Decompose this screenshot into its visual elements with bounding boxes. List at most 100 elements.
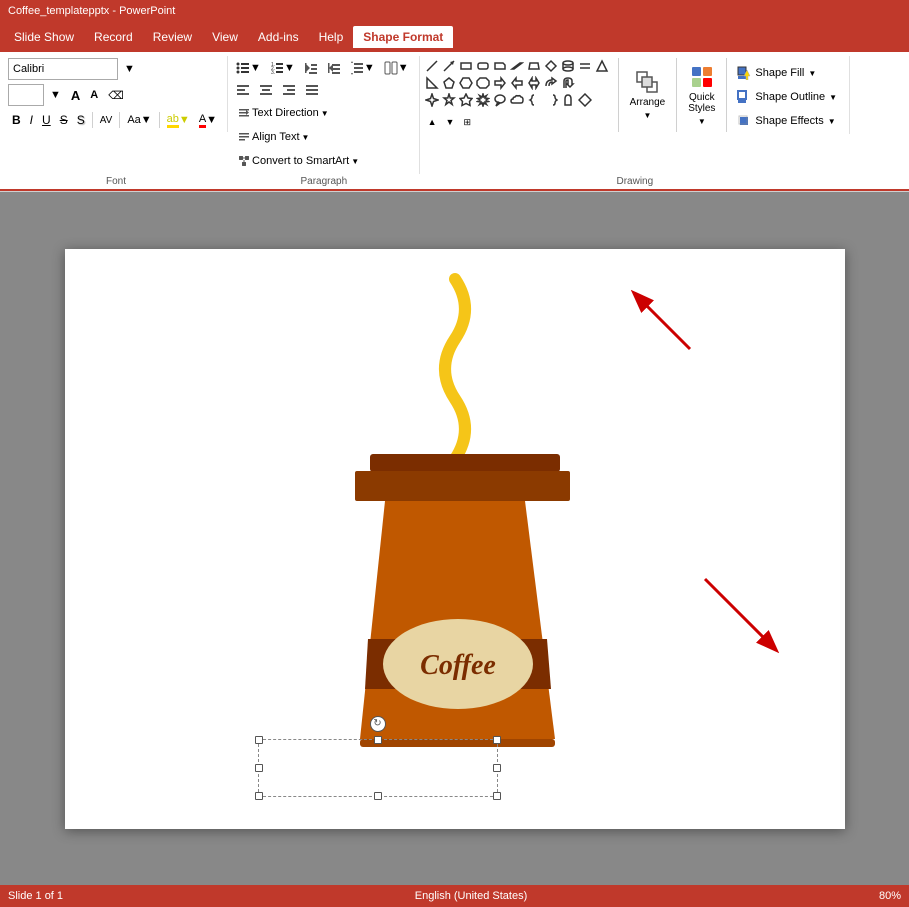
convert-smartart-btn[interactable]: Convert to SmartArt ▼ (232, 150, 365, 172)
changecase-btn[interactable]: Aa▼ (123, 110, 155, 130)
shape-rect-icon[interactable] (458, 58, 474, 74)
tab-view[interactable]: View (202, 26, 248, 48)
font-size-input[interactable]: 18 (8, 84, 44, 106)
quick-styles-label: Quick Styles (688, 92, 715, 114)
shape-more-icon[interactable] (577, 58, 593, 74)
text-direction-arrow: ▼ (321, 109, 329, 118)
shadow-btn[interactable]: S (73, 110, 89, 130)
shapes-scroll-up[interactable]: ▲ (424, 112, 441, 132)
tab-addins[interactable]: Add-ins (248, 26, 309, 48)
shape-parallelogram-icon[interactable] (509, 58, 525, 74)
paragraph-row3: Text Direction ▼ (232, 102, 335, 124)
font-size-expand-btn[interactable]: ▼ (46, 85, 65, 105)
underline-btn[interactable]: U (38, 110, 55, 130)
shape-cloud-icon[interactable] (509, 92, 525, 108)
align-center-btn[interactable] (255, 80, 277, 100)
shape-arrow-icon[interactable] (441, 58, 457, 74)
bold-btn[interactable]: B (8, 110, 25, 130)
highlight-btn[interactable]: ab▼ (163, 110, 194, 130)
shape-cylinder-icon[interactable] (560, 58, 576, 74)
svg-text:3.: 3. (271, 70, 275, 75)
divider2 (676, 58, 677, 132)
justify-btn[interactable] (301, 80, 323, 100)
align-text-label: Align Text (252, 131, 300, 143)
shape-octagon-icon[interactable] (475, 75, 491, 91)
shape-darrow-icon[interactable] (526, 75, 542, 91)
font-name-row: ▼ (8, 58, 139, 80)
arrange-btn[interactable]: Arrange ▼ (623, 58, 673, 132)
shape-curvarrow-icon[interactable] (543, 75, 559, 91)
add-columns-btn[interactable]: ▼ (380, 58, 413, 78)
font-expand-btn[interactable]: ▼ (120, 59, 139, 79)
shape-uturn-icon[interactable] (560, 75, 576, 91)
shape-pentagon-icon[interactable] (441, 75, 457, 91)
numbering-btn[interactable]: 1.2.3.▼ (266, 58, 299, 78)
font-format-row: B I U S S AV Aa▼ ab▼ A (8, 110, 221, 130)
align-right-btn[interactable] (278, 80, 300, 100)
shape-custom1-icon[interactable] (560, 92, 576, 108)
italic-btn[interactable]: I (26, 110, 37, 130)
drawing-group-content: ▲ ▼ ⊞ Arrange ▼ (420, 56, 850, 134)
shape-star4-icon[interactable] (424, 92, 440, 108)
shape-more2-icon[interactable] (577, 92, 593, 108)
ribbon-tab-bar: Slide Show Record Review View Add-ins He… (0, 22, 909, 52)
drawing-group-label: Drawing (420, 174, 850, 189)
align-left-btn[interactable] (232, 80, 254, 100)
shape-diamond-icon[interactable] (543, 58, 559, 74)
tab-review[interactable]: Review (143, 26, 202, 48)
shape-brace-icon[interactable] (526, 92, 542, 108)
shape-tri-icon[interactable] (594, 58, 610, 74)
quick-styles-arrow: ▼ (698, 117, 706, 126)
shape-outline-arrow: ▼ (829, 93, 837, 102)
quick-styles-btn[interactable]: Quick Styles ▼ (681, 58, 722, 132)
shape-trapezoid-icon[interactable] (526, 58, 542, 74)
bullets-btn[interactable]: ▼ (232, 58, 265, 78)
increase-font-btn[interactable]: A (67, 85, 84, 105)
shapes-grid (424, 58, 614, 91)
tab-help[interactable]: Help (309, 26, 354, 48)
shape-snip-icon[interactable] (492, 58, 508, 74)
increase-indent-btn[interactable] (323, 58, 345, 78)
shape-outline-btn[interactable]: Shape Outline ▼ (731, 87, 843, 107)
linespacing-btn[interactable]: ▼ (346, 58, 379, 78)
shape-hexagon-icon[interactable] (458, 75, 474, 91)
shape-fill-btn[interactable]: Shape Fill ▼ (731, 63, 843, 83)
fontcolor-btn[interactable]: A▼ (195, 110, 221, 130)
slide-canvas[interactable]: Coffee ↻ (65, 249, 845, 829)
shape-burst-icon[interactable] (475, 92, 491, 108)
strikethrough-btn[interactable]: S (56, 110, 72, 130)
charspacing-btn[interactable]: AV (96, 110, 117, 130)
tab-record[interactable]: Record (84, 26, 143, 48)
paragraph-row2 (232, 80, 323, 100)
slide-area: Coffee ↻ (0, 192, 909, 885)
shape-larrow-icon[interactable] (509, 75, 525, 91)
annotation-arrow-2 (700, 574, 790, 664)
decrease-font-btn[interactable]: A (86, 85, 102, 105)
shapes-scroll-down[interactable]: ▼ (442, 112, 459, 132)
shape-bracket-icon[interactable] (543, 92, 559, 108)
drawing-group: ▲ ▼ ⊞ Arrange ▼ (420, 56, 850, 189)
shape-effects-btn[interactable]: Shape Effects ▼ (731, 111, 843, 131)
align-text-btn[interactable]: Align Text ▼ (232, 126, 315, 148)
clear-format-btn[interactable]: ⌫ (104, 85, 128, 105)
shapes-expand[interactable]: ⊞ (459, 112, 475, 132)
status-bar: Slide 1 of 1 English (United States) 80% (0, 885, 909, 907)
decrease-indent-btn[interactable] (300, 58, 322, 78)
shape-rtri-icon[interactable] (424, 75, 440, 91)
ribbon: ▼ 18 ▼ A A ⌫ B I U S S (0, 52, 909, 192)
text-direction-btn[interactable]: Text Direction ▼ (232, 102, 335, 124)
font-name-input[interactable] (8, 58, 118, 80)
shape-star6-icon[interactable] (458, 92, 474, 108)
paragraph-row4: Align Text ▼ (232, 126, 315, 148)
shape-effects-label: Shape Effects (755, 115, 823, 127)
tab-slideshow[interactable]: Slide Show (4, 26, 84, 48)
shape-roundrect-icon[interactable] (475, 58, 491, 74)
shape-arrow2-icon[interactable] (492, 75, 508, 91)
align-text-arrow: ▼ (302, 133, 310, 142)
shape-bubble-icon[interactable] (492, 92, 508, 108)
tab-shapeformat[interactable]: Shape Format (353, 26, 453, 48)
ribbon-content: ▼ 18 ▼ A A ⌫ B I U S S (0, 52, 909, 191)
shape-line-icon[interactable] (424, 58, 440, 74)
slide-info: Slide 1 of 1 (8, 890, 63, 902)
shape-star5-icon[interactable] (441, 92, 457, 108)
